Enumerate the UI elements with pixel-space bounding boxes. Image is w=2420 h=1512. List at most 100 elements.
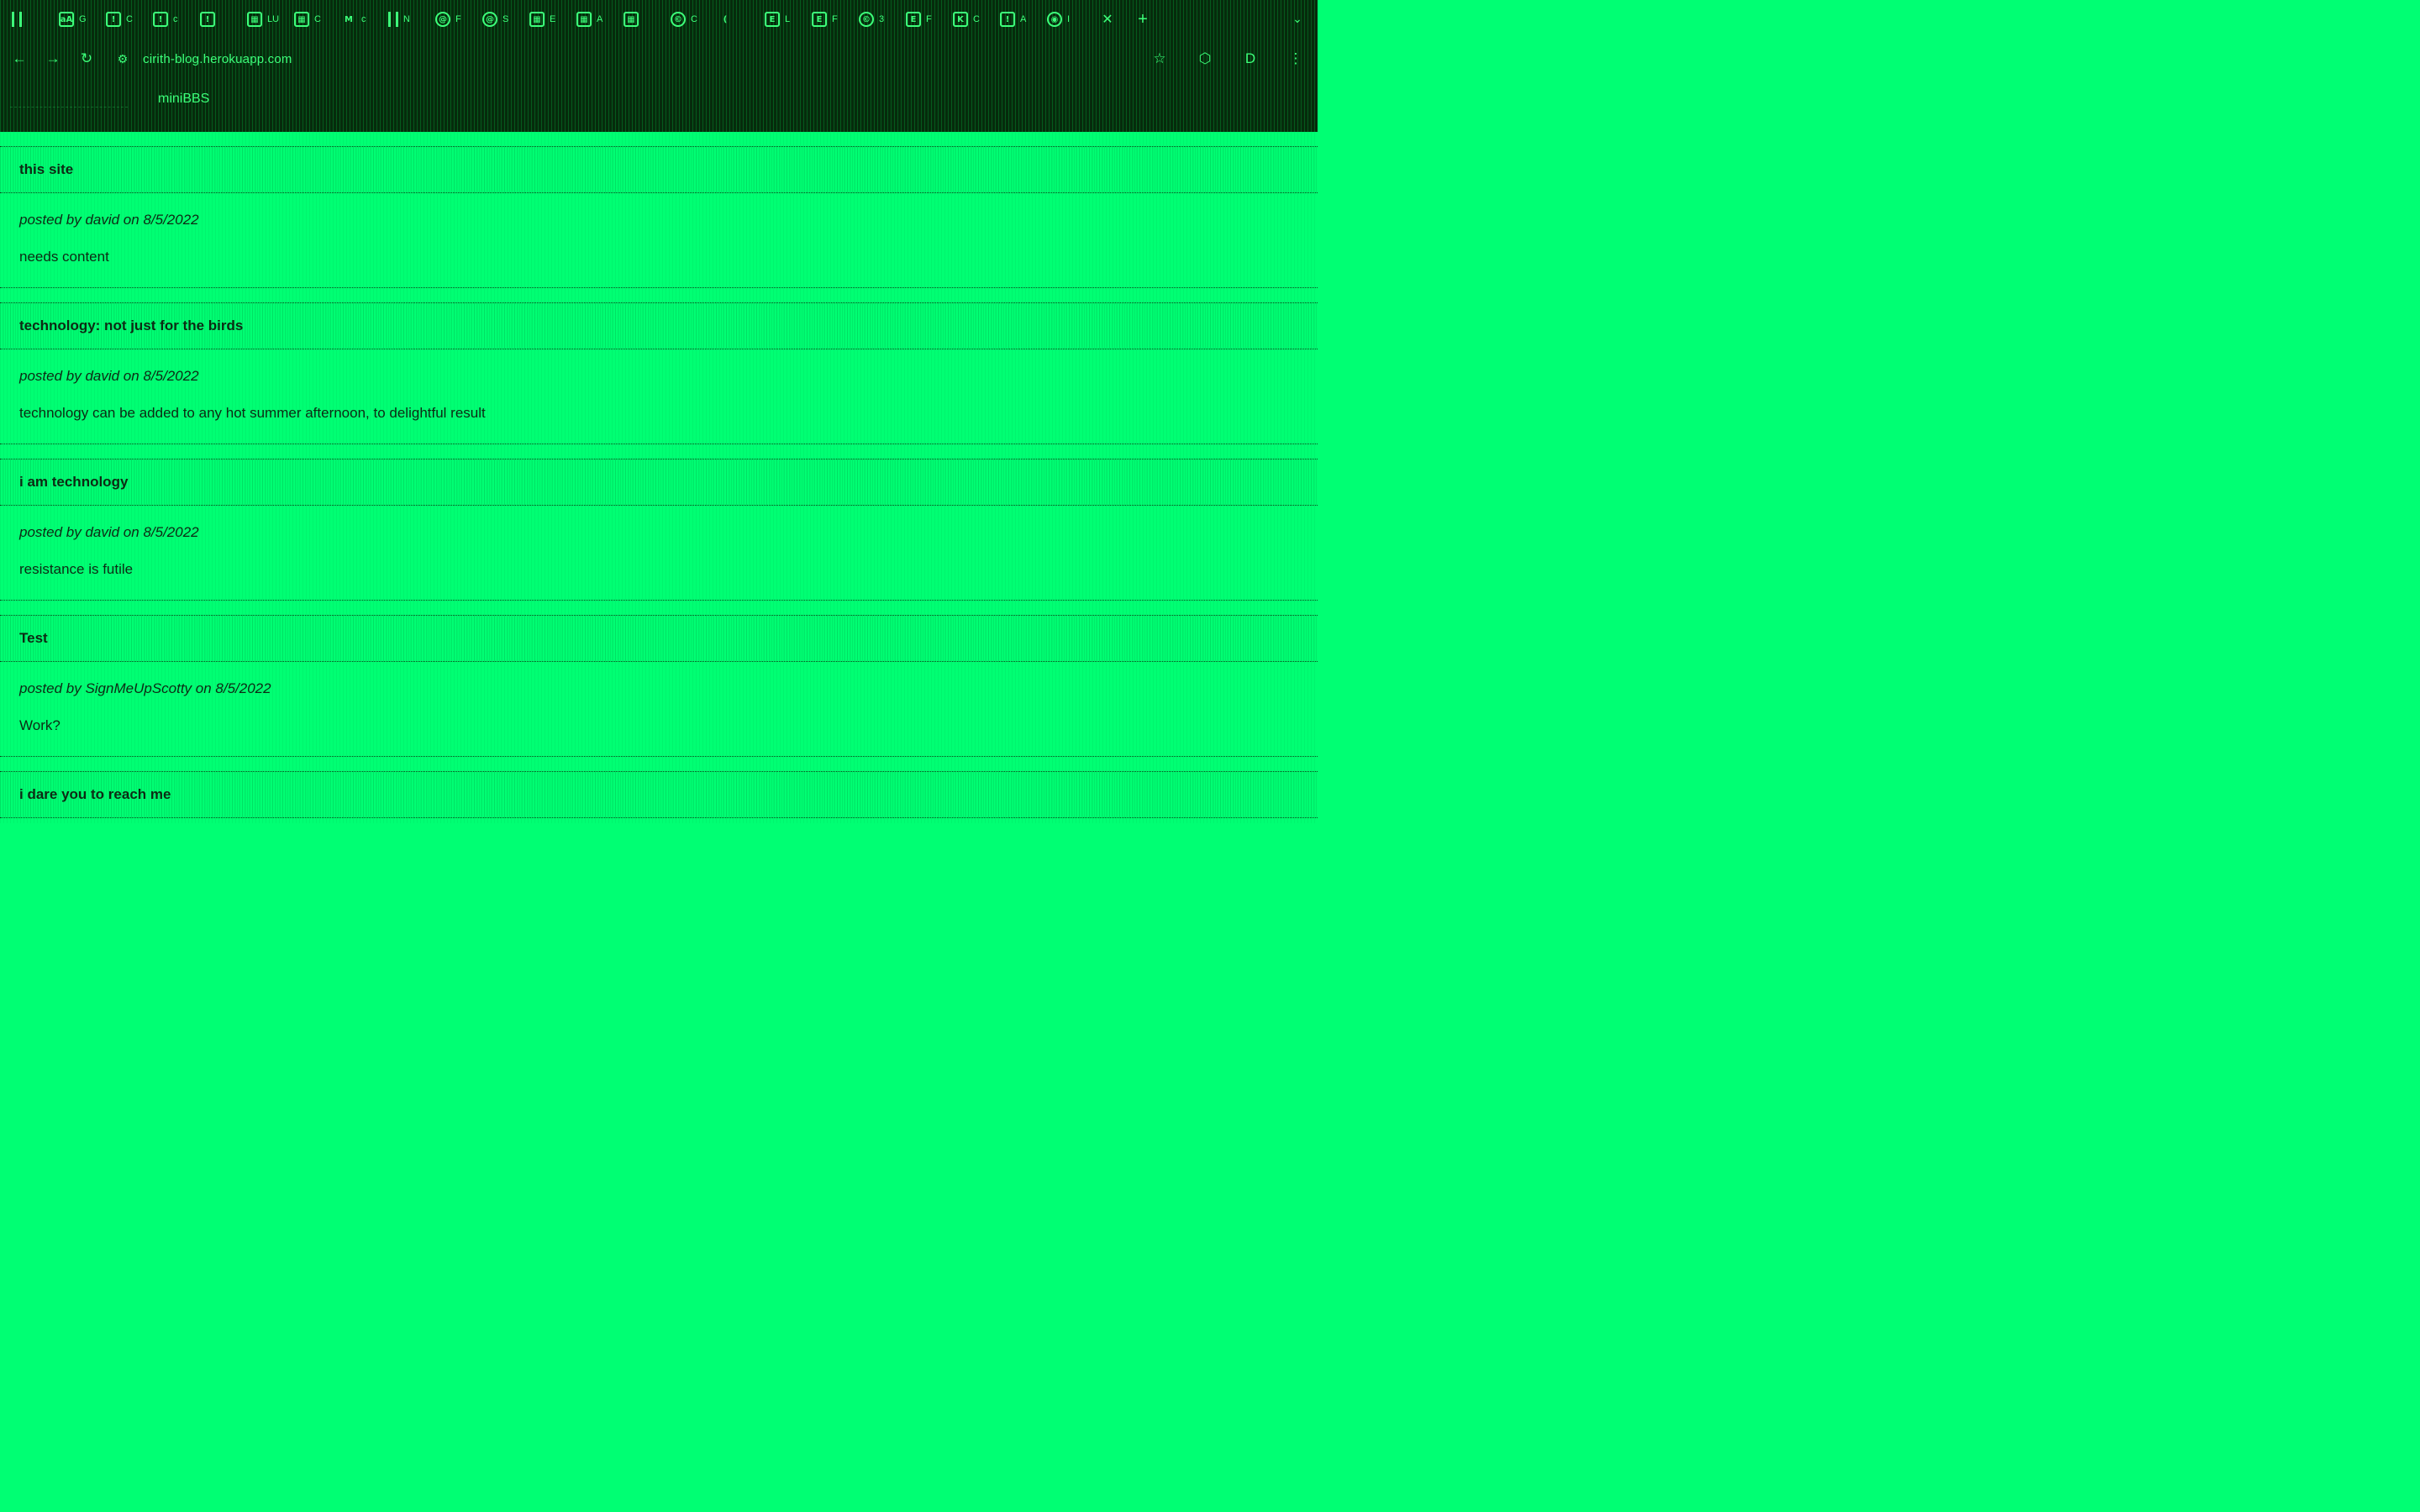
post-separator [0,756,1318,757]
post-title[interactable]: i am technology [19,474,128,491]
bookmark-icon: ! [200,12,215,27]
browser-tab[interactable]: ▦ C [289,5,336,34]
browser-tab[interactable]: ▦ [618,5,666,34]
e-icon: E [765,12,780,27]
tab-title: C [314,14,321,24]
browser-toolbar: ← → ↻ ⚙ cirith-blog.herokuapp.com ☆ ⬡ D … [0,39,1318,79]
extension-icon[interactable]: ⬡ [1190,44,1220,74]
browser-tab[interactable]: EF [901,5,948,34]
post-body: resistance is futile [19,561,134,577]
post-title[interactable]: technology: not just for the birds [19,318,243,334]
post-meta: posted by david on 8/5/2022 [19,212,199,228]
post-body: Work? [19,717,60,733]
post-meta: posted by david on 8/5/2022 [19,524,199,540]
post-body: needs content [19,249,109,265]
tab-title: S [502,14,509,24]
tab-title: I [1067,14,1071,24]
tab-title: F [926,14,932,24]
text-icon: M [345,14,353,24]
browser-tab[interactable]: ! [195,5,242,34]
bookmark-icon: ! [153,12,168,27]
site-info-icon[interactable]: ⚙ [111,47,134,71]
browser-tab[interactable]: N [383,5,430,34]
browser-tab[interactable]: Mc [336,5,383,34]
post-title-bar: this site [0,146,1318,193]
bars-icon [12,12,22,27]
post-title[interactable]: Test [19,630,48,647]
browser-tab[interactable]: @ F [430,5,477,34]
browser-tab[interactable]: @ S [477,5,524,34]
browser-tab[interactable]: ! c [148,5,195,34]
k-icon: K [953,12,968,27]
post-title-bar: technology: not just for the birds [0,302,1318,349]
close-tab-icon[interactable]: ✕ [1094,6,1121,33]
tab-title: G [79,14,87,24]
browser-tab[interactable]: aA G [54,5,101,34]
github-icon: ◉ [1047,12,1062,27]
browser-tab[interactable]: ! A [995,5,1042,34]
tab-title: F [455,14,461,24]
post: Test posted by SignMeUpScotty on 8/5/2022… [0,615,1318,758]
tab-title: E [550,14,556,24]
post-meta: posted by david on 8/5/2022 [19,368,199,384]
browser-tab[interactable]: © C [666,5,713,34]
forward-button[interactable]: → [39,45,67,73]
tab-title: C [126,14,133,24]
address-bar[interactable]: ⚙ cirith-blog.herokuapp.com [111,44,1136,74]
tab-title: A [597,14,603,24]
browser-tab[interactable]: EL [760,5,807,34]
url-text[interactable]: cirith-blog.herokuapp.com [143,52,292,66]
bars-icon [388,12,398,27]
tab-strip: aAG!C!c!▦LUR▦CMcN@F@S▦E▦A▦©C(ELEF©3EFKC!… [0,0,1318,39]
grid-icon: ▦ [529,12,544,27]
post-separator [0,600,1318,601]
browser-tab[interactable]: ▦ A [571,5,618,34]
browser-tab[interactable]: © 3 [854,5,901,34]
page-icon: ( [723,14,728,24]
post: technology: not just for the birds posted… [0,302,1318,445]
bookmarks-faint-items [10,91,128,108]
e-icon: E [812,12,827,27]
tab-search-button[interactable]: ⌄ [1286,7,1309,30]
tab-title: F [832,14,838,24]
bookmark-icon: ! [1000,12,1015,27]
tab-title: 3 [879,14,885,24]
reload-button[interactable]: ↻ [72,45,101,73]
post-title[interactable]: this site [19,161,73,178]
grid-icon: ▦ [623,12,639,27]
globe-icon: @ [482,12,497,27]
browser-chrome: aAG!C!c!▦LUR▦CMcN@F@S▦E▦A▦©C(ELEF©3EFKC!… [0,0,1318,132]
browser-tab[interactable]: ( [713,5,760,34]
post-separator [0,287,1318,288]
image-icon: aA [59,12,74,27]
browser-tab[interactable]: EF [807,5,854,34]
globe-icon: @ [435,12,450,27]
back-button[interactable]: ← [5,45,34,73]
browser-tab[interactable]: ◉ I [1042,5,1089,34]
menu-icon[interactable]: ⋮ [1281,44,1311,74]
grid-icon: ▦ [576,12,592,27]
browser-tab[interactable]: ▦ LUR [242,5,289,34]
bookmark-star-icon[interactable]: ☆ [1144,44,1175,74]
tab-title: C [973,14,980,24]
new-tab-button[interactable]: + [1129,6,1156,33]
bookmark-minibbs[interactable]: miniBBS [158,92,209,107]
tab-title: c [361,14,366,24]
tab-title: c [173,14,178,24]
tab-title: LUR [267,14,279,24]
post-title[interactable]: i dare you to reach me [19,786,171,803]
tab-title: L [785,14,791,24]
browser-tab[interactable]: KC [948,5,995,34]
profile-icon[interactable]: D [1235,44,1265,74]
browser-tab[interactable]: ▦ E [524,5,571,34]
post-title-bar: Test [0,615,1318,662]
grid-icon: ▦ [247,12,262,27]
post: i dare you to reach me [0,771,1318,914]
tab-title: C [691,14,697,24]
grid-icon: ▦ [294,12,309,27]
browser-tab[interactable]: ! C [101,5,148,34]
post: i am technology posted by david on 8/5/20… [0,459,1318,601]
post-body: technology can be added to any hot summe… [19,405,486,421]
copyright-icon: © [671,12,686,27]
browser-tab[interactable] [7,5,54,34]
